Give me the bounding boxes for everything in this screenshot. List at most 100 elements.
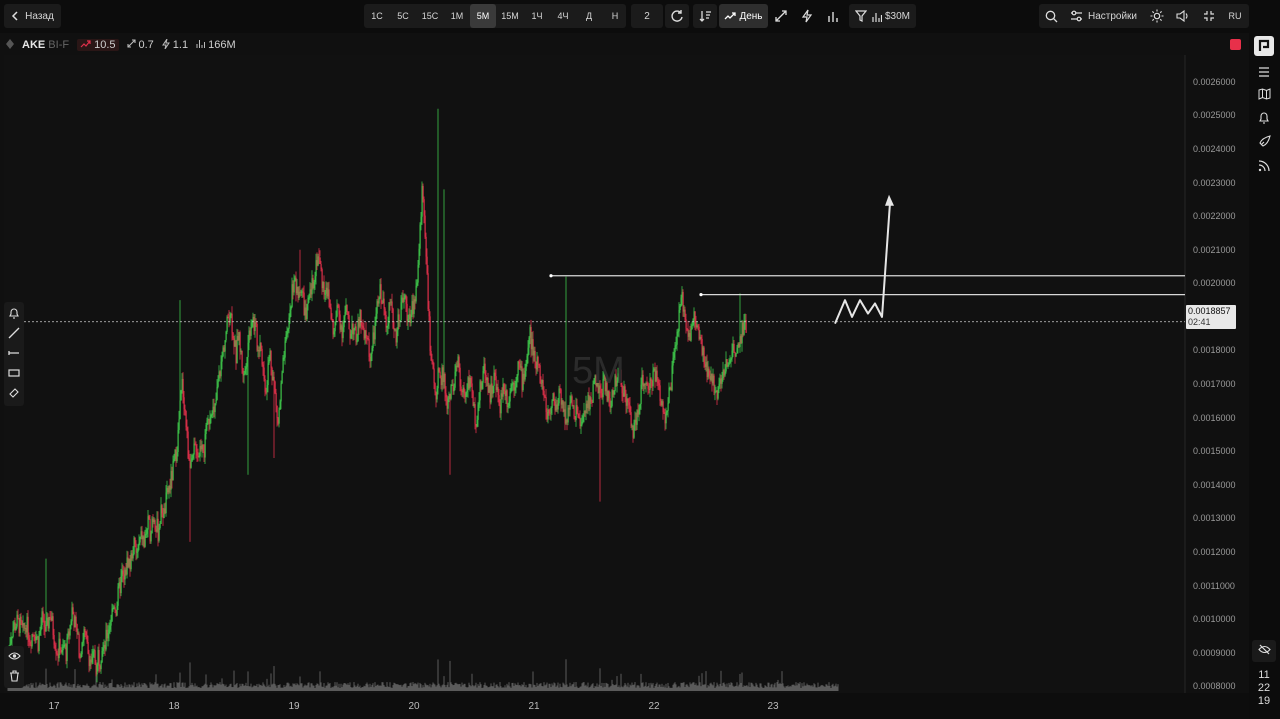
volume-bar xyxy=(28,684,30,691)
volume-bars-button[interactable] xyxy=(822,4,844,28)
alerts-button[interactable] xyxy=(1252,108,1276,130)
language-button[interactable]: RU xyxy=(1224,4,1246,28)
volume-bar xyxy=(697,685,699,691)
day-label: День xyxy=(739,10,763,22)
search-button[interactable] xyxy=(1040,4,1062,28)
volume-bar xyxy=(687,685,689,691)
volume-bar xyxy=(596,683,598,691)
fullscreen-button[interactable] xyxy=(1198,4,1220,28)
volume-bar xyxy=(182,682,184,691)
map-button[interactable] xyxy=(1252,84,1276,106)
volume-bar xyxy=(94,685,96,691)
candle-body xyxy=(102,648,104,651)
timeframe-2[interactable]: 15С xyxy=(416,4,444,28)
timeframe-1[interactable]: 5С xyxy=(390,4,416,28)
feed-button[interactable] xyxy=(1252,156,1276,178)
volume-bar xyxy=(662,687,664,691)
theme-button[interactable] xyxy=(1146,4,1168,28)
volume-bar xyxy=(307,682,309,691)
sound-button[interactable] xyxy=(1172,4,1194,28)
timeframe-5[interactable]: 15М xyxy=(496,4,524,28)
app-logo[interactable] xyxy=(1252,34,1276,60)
volume-bar xyxy=(159,686,161,691)
timeframe-0[interactable]: 1С xyxy=(364,4,390,28)
trendline-tool[interactable] xyxy=(4,324,24,344)
volume-bar xyxy=(595,686,597,691)
candle-body xyxy=(289,309,291,318)
day-button[interactable]: День xyxy=(719,4,768,28)
multiplier-button[interactable]: 2 xyxy=(631,4,663,28)
timeframe-6[interactable]: 1Ч xyxy=(524,4,550,28)
symbol-name[interactable]: AKE xyxy=(22,39,45,51)
candle-body xyxy=(59,638,61,651)
volume-bar xyxy=(42,684,44,691)
volume-bar xyxy=(440,687,442,691)
horizontal-line-tool[interactable] xyxy=(4,344,24,364)
candle-body xyxy=(576,405,578,414)
volume-bar xyxy=(519,684,521,691)
level-anchor[interactable] xyxy=(549,274,553,278)
candle-body xyxy=(528,337,530,348)
volume-bar xyxy=(400,684,402,691)
expand-button[interactable] xyxy=(770,4,792,28)
volume-bar xyxy=(438,683,440,691)
volume-bar xyxy=(825,684,827,691)
volume-bar xyxy=(64,684,66,691)
candle-body xyxy=(444,373,446,394)
volume-bar xyxy=(211,684,213,691)
level-anchor[interactable] xyxy=(699,293,703,297)
candle-body xyxy=(293,280,295,293)
record-indicator[interactable] xyxy=(1230,39,1241,50)
time-axis[interactable]: 17 18 19 20 21 22 23 xyxy=(0,693,1249,719)
volume-bar xyxy=(326,685,328,691)
volume-bar xyxy=(574,687,576,691)
volume-bar xyxy=(279,684,281,691)
back-button[interactable]: Назад xyxy=(4,4,61,28)
volume-bar xyxy=(677,686,679,691)
hide-button[interactable] xyxy=(1252,640,1276,662)
timeframe-9[interactable]: Н xyxy=(602,4,628,28)
candle-body xyxy=(662,401,664,413)
volume-bar xyxy=(579,686,581,691)
volume-bar xyxy=(412,682,414,691)
menu-button[interactable] xyxy=(1252,62,1276,84)
volume-bar xyxy=(144,683,146,691)
volume-bar xyxy=(708,686,710,691)
volume-bar xyxy=(505,687,507,691)
volume-bar xyxy=(510,687,512,691)
filter-button[interactable]: $30M xyxy=(849,4,916,28)
volume-bar xyxy=(482,687,484,691)
alert-tool[interactable] xyxy=(4,304,24,324)
toggle-visibility-button[interactable] xyxy=(4,647,24,667)
timeframe-8[interactable]: Д xyxy=(576,4,602,28)
volume-bar xyxy=(445,687,447,691)
timeframe-7[interactable]: 4Ч xyxy=(550,4,576,28)
rectangle-tool[interactable] xyxy=(4,364,24,384)
candle-body xyxy=(33,634,35,636)
candle-body xyxy=(508,401,510,406)
volume-bar xyxy=(480,684,482,691)
volume-bar xyxy=(305,685,307,691)
volume-bar xyxy=(490,683,492,691)
exchange-icon xyxy=(6,38,14,52)
refresh-button[interactable] xyxy=(665,4,689,28)
volume-bar xyxy=(503,687,505,691)
lightning-button[interactable] xyxy=(796,4,818,28)
settings-button[interactable]: Настройки xyxy=(1066,4,1141,28)
volume-bar xyxy=(158,687,160,691)
candle-body xyxy=(438,368,440,372)
timeframe-4[interactable]: 5М xyxy=(470,4,496,28)
volume-bar xyxy=(774,682,776,691)
volume-bar xyxy=(209,685,211,691)
refresh-icon xyxy=(670,9,684,23)
ruler-tool[interactable] xyxy=(4,384,24,404)
rocket-button[interactable] xyxy=(1252,132,1276,154)
timeframe-3[interactable]: 1М xyxy=(444,4,470,28)
volume-bar xyxy=(823,686,825,691)
delete-drawings-button[interactable] xyxy=(4,667,24,687)
volume-bar xyxy=(150,684,152,691)
volume-bar xyxy=(493,682,495,691)
volume-bar xyxy=(486,685,488,691)
volume-bar xyxy=(532,671,534,691)
sort-button[interactable] xyxy=(693,4,717,28)
